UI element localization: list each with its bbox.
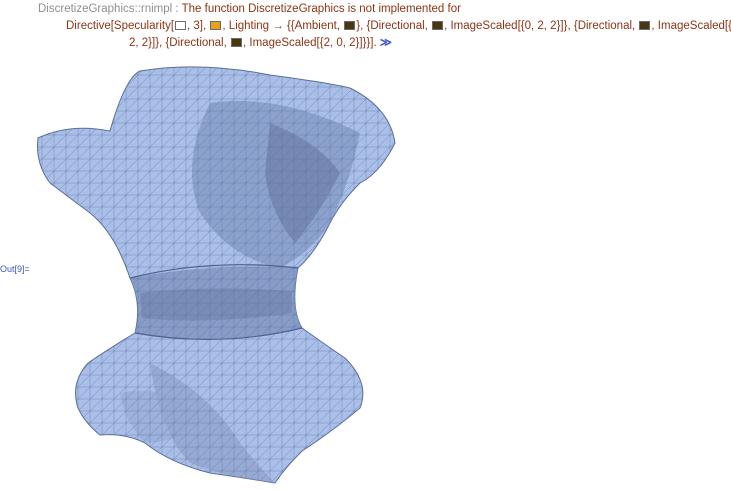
message-part: Directive[Specularity[ (66, 20, 175, 32)
message-part: }, {Directional, (356, 20, 428, 32)
message-part: , 3], (187, 20, 207, 32)
brown-color-swatch (344, 21, 356, 30)
message-line-3: 2, 2}]}, {Directional, , ImageScaled[{2,… (129, 34, 392, 53)
message-tag[interactable]: DiscretizeGraphics::rnimpl (38, 3, 172, 15)
orange-color-swatch (210, 21, 222, 30)
message-part: , Lighting → {{Ambient, (222, 20, 341, 32)
message-separator: : (175, 3, 179, 15)
brown-color-swatch (432, 21, 444, 30)
brown-color-swatch (639, 21, 651, 30)
message-part: 2, 2}]}, {Directional, (129, 37, 227, 49)
brown-color-swatch (231, 38, 243, 47)
output-label: Out[9]= (0, 264, 30, 274)
message-part: , ImageScaled[{0, 2, 2}]}, {Directional, (444, 20, 636, 32)
white-color-swatch (175, 21, 187, 30)
hyperboloid-mesh-icon (37, 66, 396, 484)
hyperboloid-graphic[interactable] (30, 63, 410, 490)
more-info-link[interactable]: ≫ (380, 37, 392, 49)
message-part: , ImageScaled[{2, (651, 20, 731, 32)
message-text: The function DiscretizeGraphics is not i… (181, 3, 461, 15)
message-part: , ImageScaled[{2, 0, 2}]}}]. (243, 37, 377, 49)
